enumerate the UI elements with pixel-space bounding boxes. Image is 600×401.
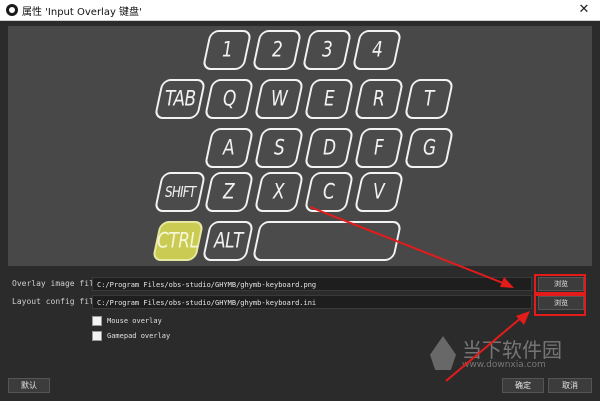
watermark: 当下软件园 www.downxia.com (430, 332, 590, 376)
key-3: 3 (301, 30, 353, 70)
key-ctrl: CTRL (151, 221, 205, 261)
key-x: X (253, 172, 305, 212)
overlay-image-path-field[interactable]: C:/Program Files/obs-studio/GHYMB/ghymb-… (92, 277, 532, 291)
key-e: E (303, 79, 355, 119)
layout-config-label: Layout config file (12, 297, 99, 306)
key-r: R (353, 79, 405, 119)
key-t: T (403, 79, 455, 119)
cancel-button[interactable]: 取消 (548, 378, 592, 393)
key-shift: SHIFT (153, 172, 207, 212)
key-2: 2 (251, 30, 303, 70)
key-g: G (403, 128, 455, 168)
watermark-logo-icon (430, 336, 456, 370)
key-space (251, 221, 403, 261)
close-icon[interactable]: ✕ (576, 2, 592, 18)
arrowhead-layout-browse (516, 311, 530, 325)
key-w: W (253, 79, 305, 119)
gamepad-overlay-row[interactable]: Gamepad overlay (92, 330, 170, 342)
watermark-url: www.downxia.com (462, 360, 546, 370)
key-4: 4 (351, 30, 403, 70)
key-alt: ALT (201, 221, 255, 261)
layout-config-path-field[interactable]: C:/Program Files/obs-studio/GHYMB/ghymb-… (92, 295, 532, 309)
defaults-button[interactable]: 默认 (8, 378, 50, 393)
gamepad-overlay-label: Gamepad overlay (107, 332, 171, 340)
watermark-name: 当下软件园 (462, 338, 562, 362)
key-f: F (353, 128, 405, 168)
key-1: 1 (201, 30, 253, 70)
keyboard-preview: 1 2 3 4 TAB Q W E R T A S D F G SHIFT Z … (8, 26, 592, 266)
mouse-overlay-label: Mouse overlay (107, 317, 162, 325)
key-z: Z (203, 172, 255, 212)
obs-app-icon (6, 4, 18, 16)
key-v: V (353, 172, 405, 212)
key-c: C (303, 172, 355, 212)
key-s: S (253, 128, 305, 168)
mouse-overlay-row[interactable]: Mouse overlay (92, 315, 162, 327)
highlight-box-overlay-browse (534, 274, 586, 294)
mouse-overlay-checkbox[interactable] (92, 316, 102, 326)
window-title: 属性 'Input Overlay 键盘' (22, 7, 142, 18)
key-d: D (303, 128, 355, 168)
key-tab: TAB (153, 79, 207, 119)
ok-button[interactable]: 确定 (502, 378, 544, 393)
highlight-box-layout-browse (534, 294, 586, 316)
title-bar: 属性 'Input Overlay 键盘' ✕ (0, 0, 600, 21)
key-a: A (203, 128, 255, 168)
key-q: Q (203, 79, 255, 119)
gamepad-overlay-checkbox[interactable] (92, 331, 102, 341)
overlay-image-label: Overlay image file (12, 279, 99, 288)
